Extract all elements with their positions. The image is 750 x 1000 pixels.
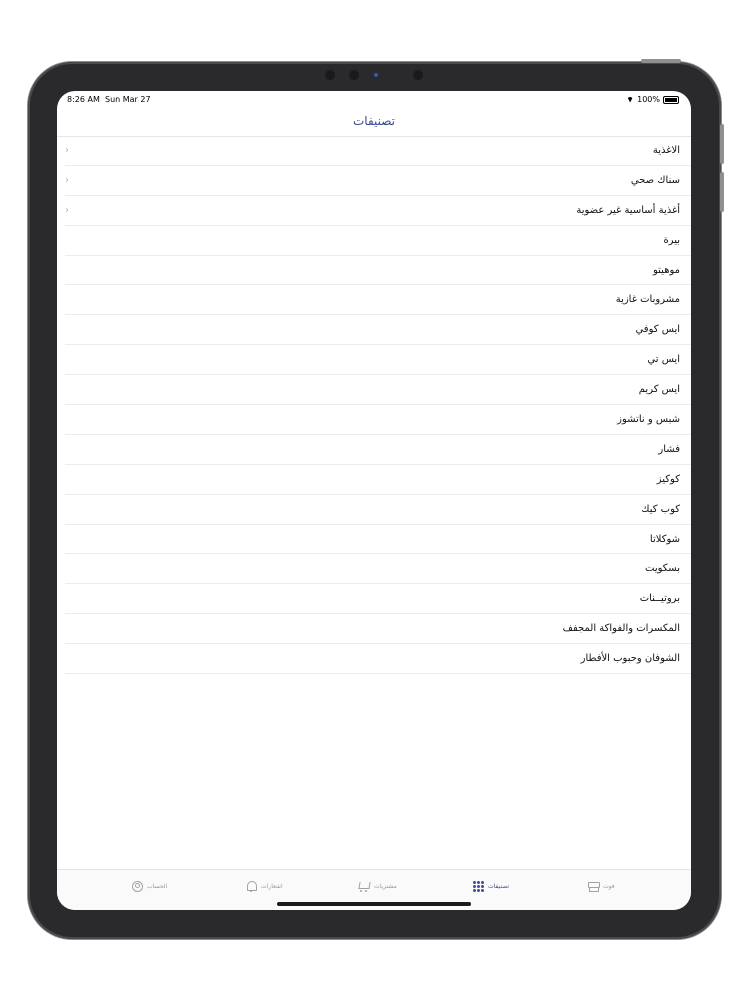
- category-label: أغذية أساسية غير عضوية: [576, 204, 680, 216]
- category-row[interactable]: شبس و ناتشوز: [57, 405, 691, 435]
- tab-purchases-label: مشتريات: [374, 882, 397, 890]
- category-label: شوكلاتا: [649, 533, 680, 545]
- category-label: سناك صحي: [630, 174, 680, 186]
- category-row[interactable]: شوكلاتا: [57, 525, 691, 555]
- category-label: فشار: [658, 443, 680, 455]
- battery-icon: [663, 95, 679, 104]
- tab-notifications[interactable]: اشعارات: [245, 878, 283, 894]
- cart-icon: [358, 880, 370, 892]
- chevron-left-icon: ‹: [65, 145, 69, 156]
- category-row[interactable]: المكسرات والفواكة المجفف: [57, 614, 691, 645]
- home-indicator: [277, 902, 471, 906]
- wifi-icon: [626, 97, 634, 103]
- category-label: المكسرات والفواكة المجفف: [562, 623, 680, 635]
- category-label: ايس تي: [647, 354, 680, 366]
- tab-account[interactable]: الحساب: [131, 878, 167, 894]
- category-row[interactable]: ايس كوفي: [57, 315, 691, 346]
- store-icon: [587, 880, 600, 892]
- chevron-left-icon: ‹: [65, 204, 69, 216]
- category-row[interactable]: أغذية أساسية غير عضوية ‹: [57, 196, 691, 226]
- tab-purchases[interactable]: مشتريات: [358, 878, 397, 894]
- category-row[interactable]: كوكيز: [57, 465, 691, 495]
- category-label: مشروبات غازية: [615, 294, 680, 306]
- category-row[interactable]: فشار: [57, 435, 691, 465]
- camera-indicator-icon: [374, 73, 378, 77]
- camera-sensor-icon: [349, 70, 359, 80]
- category-row[interactable]: مشروبات غازية: [57, 285, 691, 316]
- battery-percent: 100%: [637, 95, 660, 104]
- tab-categories-label: تصنيفات: [488, 882, 510, 890]
- screen: 8:26 AM Sun Mar 27 100% تصنيفات الاغذية ‹…: [57, 91, 691, 910]
- category-label: كوكيز: [656, 473, 680, 485]
- page-title: تصنيفات: [352, 114, 395, 128]
- category-row[interactable]: بسكويت: [57, 554, 691, 585]
- category-row[interactable]: سناك صحي ‹: [57, 166, 691, 196]
- top-button: [641, 59, 681, 63]
- category-row[interactable]: بروتيــنات: [57, 584, 691, 615]
- volume-down-button: [720, 172, 724, 212]
- navigation-bar: تصنيفات: [57, 107, 691, 137]
- category-row[interactable]: كوب كيك: [57, 495, 691, 525]
- tab-categories[interactable]: تصنيفات: [473, 878, 509, 894]
- status-bar: 8:26 AM Sun Mar 27 100%: [57, 91, 691, 107]
- category-row[interactable]: الاغذية ‹: [57, 136, 691, 166]
- category-list: الاغذية ‹ سناك صحي ‹ أغذية أساسية غير عضوية ‹…: [57, 136, 691, 674]
- category-label: ايس كريم: [638, 384, 680, 396]
- person-icon: [131, 880, 143, 892]
- category-label: بيرة: [663, 234, 680, 246]
- category-label: موهيتو: [653, 264, 680, 276]
- volume-up-button: [720, 124, 724, 164]
- category-label: بسكويت: [645, 563, 680, 575]
- category-label: الاغذية: [652, 145, 680, 156]
- status-date: Sun Mar 27: [104, 95, 151, 104]
- tab-account-label: الحساب: [147, 882, 168, 890]
- bell-icon: [245, 880, 257, 892]
- category-row[interactable]: الشوفان وحبوب الأفطار: [57, 644, 691, 674]
- camera-sensor-icon: [325, 70, 335, 80]
- camera-lens-icon: [413, 70, 423, 80]
- category-label: كوب كيك: [641, 503, 680, 515]
- category-label: الشوفان وحبوب الأفطار: [580, 653, 680, 665]
- status-indicators: 100%: [626, 95, 679, 104]
- status-time: 8:26 AM: [67, 95, 100, 104]
- category-label: ايس كوفي: [635, 324, 680, 336]
- status-time-date: 8:26 AM Sun Mar 27: [67, 95, 151, 104]
- category-label: بروتيــنات: [639, 593, 680, 605]
- chevron-left-icon: ‹: [65, 174, 69, 186]
- category-row[interactable]: ايس كريم: [57, 375, 691, 405]
- grid-icon: [473, 880, 484, 892]
- tab-store-label: فوت: [603, 882, 615, 890]
- category-row[interactable]: بيرة: [57, 226, 691, 256]
- category-label: شبس و ناتشوز: [617, 414, 680, 426]
- tab-store[interactable]: فوت: [587, 878, 615, 894]
- category-row[interactable]: موهيتو: [57, 256, 691, 286]
- category-row[interactable]: ايس تي: [57, 345, 691, 376]
- tab-notifications-label: اشعارات: [261, 882, 283, 890]
